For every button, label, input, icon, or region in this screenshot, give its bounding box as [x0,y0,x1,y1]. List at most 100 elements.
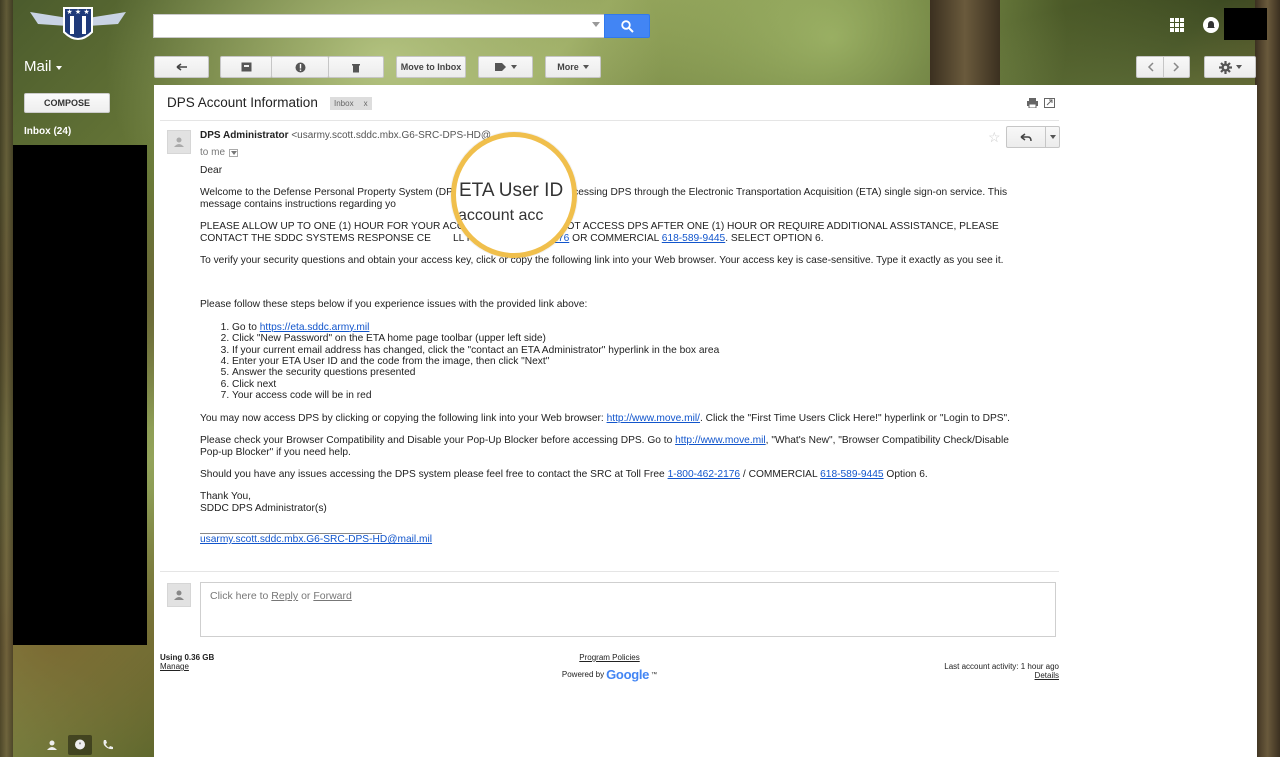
compose-button[interactable]: COMPOSE [24,93,110,113]
divider [160,571,1059,572]
program-policies-link[interactable]: Program Policies [552,653,667,662]
search-options-caret-icon[interactable] [592,22,600,27]
archive-button[interactable] [220,56,272,78]
paragraph-steps-intro: Please follow these steps below if you e… [200,299,588,311]
settings-button[interactable] [1204,56,1256,78]
text: Welcome to the Defense Personal Property… [200,187,460,199]
more-label: More [557,62,579,72]
archive-icon [241,62,251,72]
signature: SDDC DPS Administrator(s) [200,502,327,514]
trademark: ™ [651,671,658,678]
reply-button[interactable] [1006,126,1046,148]
tree-trunk [0,0,13,757]
apps-grid-icon[interactable] [1170,18,1184,32]
older-button[interactable] [1163,56,1190,78]
manage-link[interactable]: Manage [160,662,214,671]
remove-label-icon[interactable]: x [364,99,368,108]
reply-arrow-icon [1020,132,1032,141]
commercial-phone-link[interactable]: 618-589-9445 [662,233,725,244]
sender-name[interactable]: DPS Administrator [200,130,289,141]
phone-icon[interactable] [96,735,120,755]
person-icon [174,590,184,600]
recipients-line: to me [200,147,239,158]
reply-or: or [301,590,311,602]
chevron-right-icon [1173,62,1180,72]
paragraph-welcome: Welcome to the Defense Personal Property… [200,187,1030,210]
last-activity-text: Last account activity: 1 hour ago [944,662,1059,671]
text: Option 6. [886,468,928,480]
sidebar-redacted-panel [13,145,147,645]
more-button[interactable]: More [545,56,601,78]
back-arrow-icon [176,63,187,71]
newer-button[interactable] [1136,56,1164,78]
greeting: Dear [200,165,223,176]
footer-center: Program Policies Powered by Google ™ [552,653,667,682]
list-item: Click next [232,379,1030,390]
mail-label: Mail [24,58,52,75]
search-icon [620,19,634,33]
details-link[interactable]: Details [944,671,1059,680]
account-activity: Last account activity: 1 hour ago Detail… [944,662,1059,680]
message-subject: DPS Account Information [167,95,318,110]
list-item: Go to https://eta.sddc.army.mil [232,322,1030,333]
paragraph-verify: To verify your security questions and ob… [200,255,1004,267]
paragraph-contact: Should you have any issues accessing the… [200,469,1030,480]
mail-menu[interactable]: Mail [24,58,62,75]
text: Please check your Browser Compatibility … [200,435,673,447]
google-logo: Google [606,667,649,682]
text: / COMMERCIAL [742,468,818,480]
contacts-person-icon[interactable] [40,735,64,755]
list-item: If your current email address has change… [232,345,1030,356]
star-icon[interactable]: ☆ [988,129,1001,146]
tollfree-phone-link-2[interactable]: 1-800-462-2176 [668,469,741,480]
show-details-button[interactable] [229,148,239,157]
bottom-left-icons: " [40,735,120,755]
inbox-label-tag[interactable]: Inbox x [330,97,372,110]
labels-button[interactable] [478,56,533,78]
move-mil-link[interactable]: http://www.move.mil/ [607,413,700,424]
account-avatar-redacted[interactable] [1224,8,1267,40]
google-letters: Google [606,667,650,682]
list-item: Answer the security questions presented [232,367,1030,378]
notifications-bell-icon[interactable] [1203,17,1219,33]
back-button[interactable] [154,56,209,78]
hangouts-icon[interactable]: " [68,735,92,755]
report-spam-button[interactable] [271,56,329,78]
search-button[interactable] [604,14,650,38]
chevron-down-icon [1049,135,1056,139]
eta-link[interactable]: https://eta.sddc.army.mil [260,322,370,333]
magnified-text-line-1: ETA User ID [459,180,564,201]
reply-more-button[interactable] [1045,126,1060,148]
magnifier-callout: ETA User ID account acc [451,132,577,258]
quick-reply-box[interactable]: Click here to Reply or Forward [200,582,1056,637]
print-icon[interactable] [1027,98,1038,108]
message-view: DPS Account Information Inbox x DPS Admi… [154,85,1257,757]
magnified-text-line-2: account acc [458,207,544,224]
list-item: Enter your ETA User ID and the code from… [232,356,1030,367]
forward-link[interactable]: Forward [313,590,352,602]
text: . Click the "First Time Users Click Here… [700,412,1010,424]
sender-avatar [167,130,191,154]
chevron-down-icon [510,65,517,69]
commercial-phone-link-2[interactable]: 618-589-9445 [820,469,883,480]
army-logo[interactable]: ★ ★ ★ [28,4,128,46]
reply-link[interactable]: Reply [271,590,298,602]
gear-icon [1218,60,1232,74]
search-input[interactable] [153,14,604,38]
powered-by-label: Powered by [561,670,605,679]
move-mil-link-2[interactable]: http://www.move.mil [675,435,766,446]
delete-button[interactable] [328,56,384,78]
reply-prompt: Click here to [210,590,269,602]
new-window-icon[interactable] [1044,98,1055,108]
person-icon [174,137,184,147]
move-to-inbox-button[interactable]: Move to Inbox [396,56,466,78]
svg-text:": " [79,742,82,749]
chevron-left-icon [1147,62,1154,72]
sidebar-item-inbox[interactable]: Inbox (24) [24,126,71,137]
text: You may now access DPS by clicking or co… [200,412,604,424]
message-body: Dear Welcome to the Defense Personal Pro… [200,165,1030,546]
signature-email-link[interactable]: usarmy.scott.sddc.mbx.G6-SRC-DPS-HD@mail… [200,534,432,545]
sender-line: DPS Administrator <usarmy.scott.sddc.mbx… [200,130,491,141]
text: . SELECT OPTION 6. [725,232,824,244]
